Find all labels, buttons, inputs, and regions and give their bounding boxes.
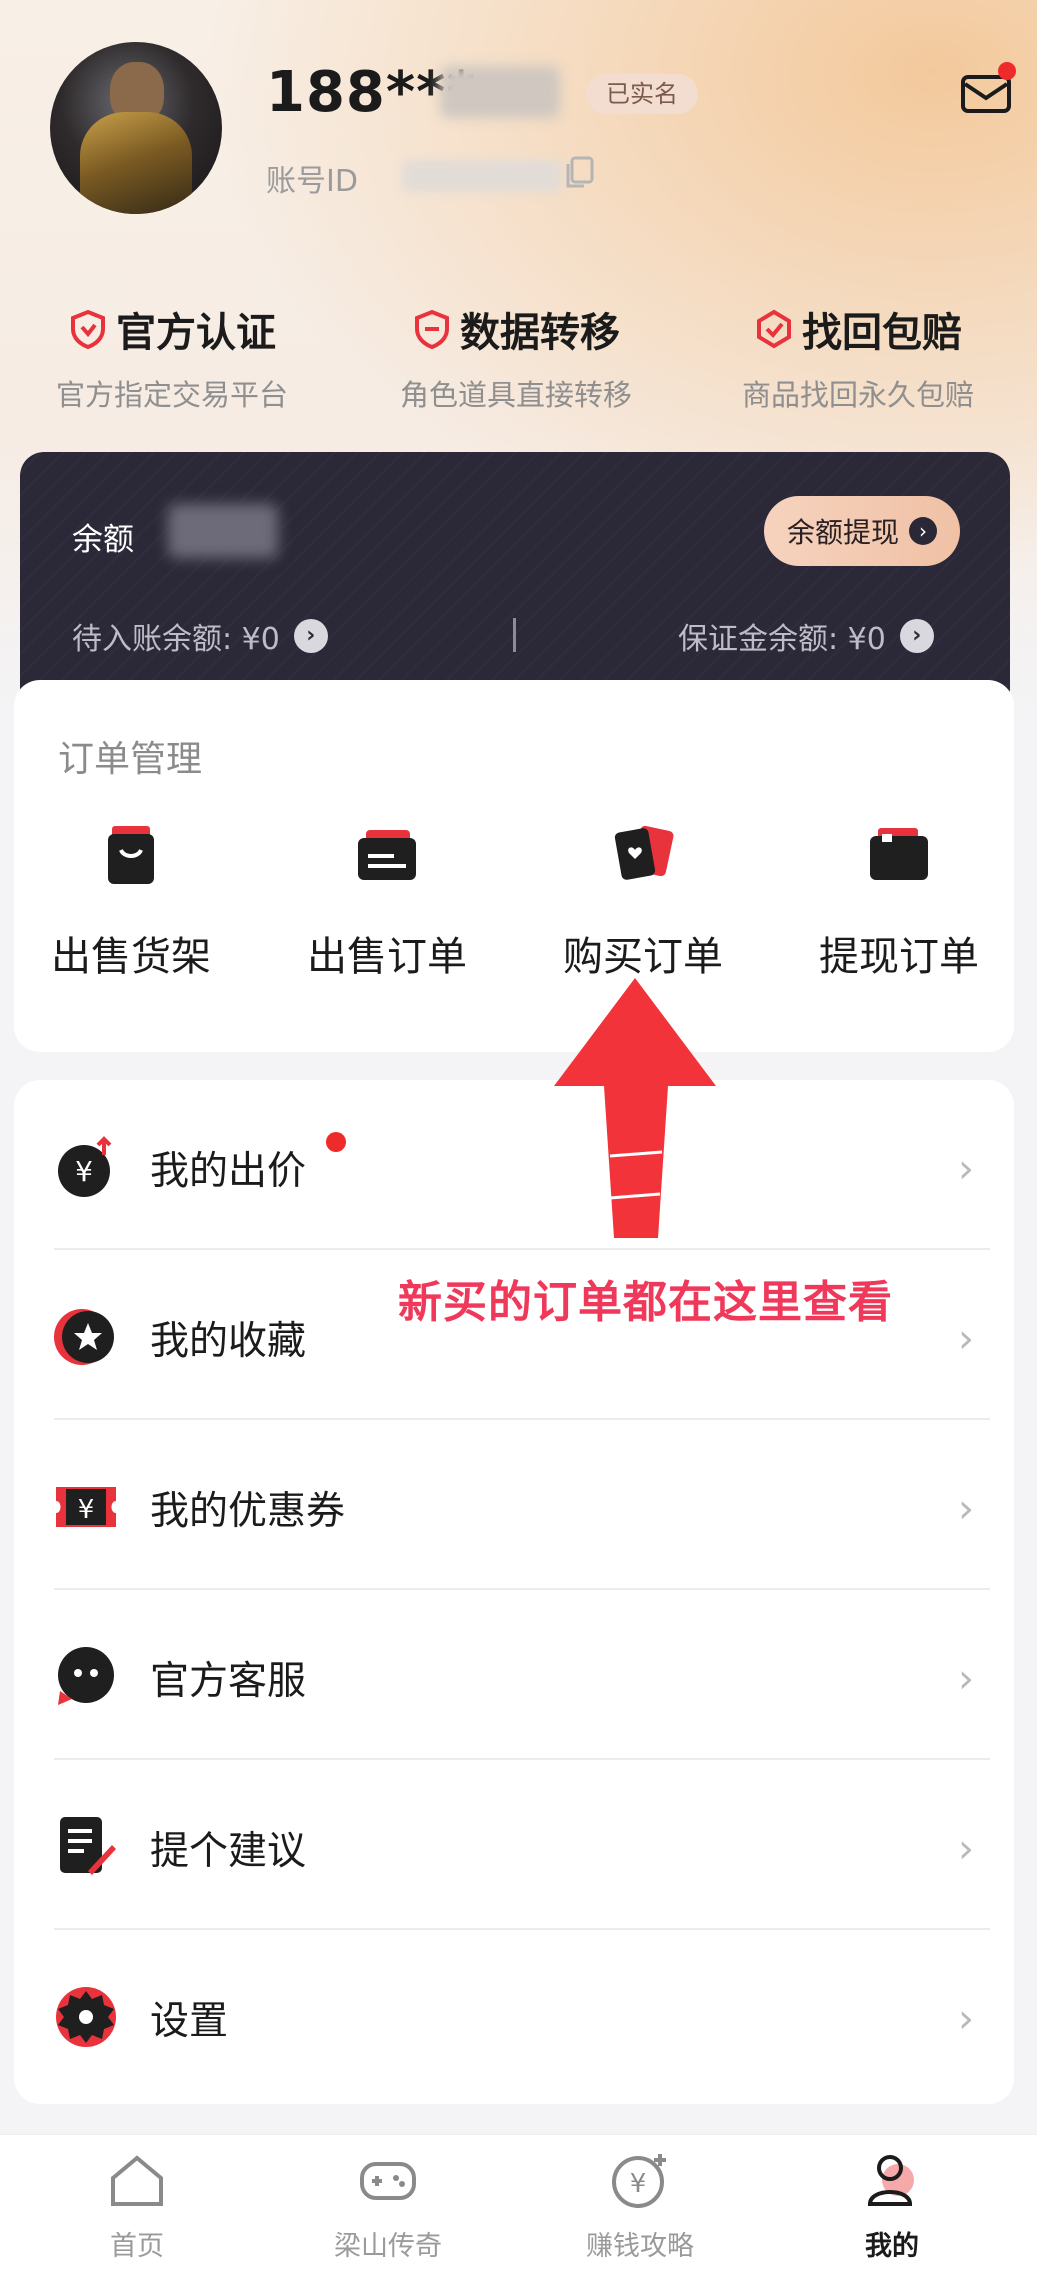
order-sell-shelf[interactable]: 出售货架 [26,820,236,982]
wallet-icon [870,828,928,880]
shield-check-icon [757,309,791,349]
balance-card [20,452,1010,712]
tab-label: 我的 [865,2231,919,2262]
cards-icon [614,825,674,880]
menu-item-label: 设置 [150,1999,229,2044]
chevron-right-icon: › [958,1826,974,1872]
pending-balance[interactable]: 待入账余额: ¥0 › [72,614,328,658]
chevron-right-icon: › [958,1656,974,1702]
menu-item-label: 提个建议 [150,1829,307,1874]
withdraw-button[interactable]: 余额提现 › [764,496,960,566]
deposit-balance[interactable]: 保证金余额: ¥0 › [678,614,934,658]
account-id-label: 账号ID [266,164,358,199]
tab-home[interactable]: 首页 [37,2150,237,2263]
shield-heart-icon [71,309,105,349]
verified-badge: 已实名 [586,74,698,114]
order-purchase-orders[interactable]: 购买订单 [538,820,748,982]
chevron-right-icon: › [899,619,934,653]
menu-item-settings[interactable]: 设置 › [14,1930,1014,2100]
suggestion-icon [60,1817,116,1875]
gear-icon [56,1987,116,2047]
divider [513,618,516,652]
deposit-balance-text: 保证金余额: ¥0 [678,622,886,657]
pending-balance-text: 待入账余额: ¥0 [72,622,280,657]
orders-title: 订单管理 [58,739,203,780]
order-sell-orders[interactable]: 出售订单 [282,820,492,982]
tab-game[interactable]: 梁山传奇 [288,2150,488,2263]
menu-item-label: 官方客服 [150,1659,307,1704]
coupon-icon: ¥ [56,1487,116,1527]
gamepad-icon [360,2162,416,2200]
tab-earn-guide[interactable]: ¥ 赚钱攻略 [540,2150,740,2263]
masked-balance [168,504,278,558]
copy-icon[interactable] [564,156,594,190]
chevron-right-icon: › [958,1146,974,1192]
avatar[interactable] [50,42,222,214]
menu-item-coupons[interactable]: ¥ 我的优惠券 › [14,1420,1014,1590]
menu-item-label: 我的收藏 [150,1319,307,1364]
bid-icon: ¥ [58,1136,112,1197]
feature-subtitle: 商品找回永久包赔 [741,378,974,412]
feature-title: 找回包赔 [802,310,962,356]
home-icon [111,2155,163,2206]
menu-item-my-bids[interactable]: ¥ 我的出价 › [14,1080,1014,1250]
withdraw-button-label: 余额提现 [786,516,899,549]
svg-text:¥: ¥ [630,2169,647,2199]
feature-title: 官方认证 [116,310,276,356]
order-label: 出售订单 [307,934,467,980]
feature-title: 数据转移 [460,310,620,356]
bag-icon [108,826,154,884]
feature-subtitle: 角色道具直接转移 [399,378,632,412]
order-withdraw-orders[interactable]: 提现订单 [794,820,1004,982]
chevron-right-icon: › [958,1486,974,1532]
feature-data-transfer: 数据转移 角色道具直接转移 [366,300,666,414]
star-icon [54,1309,114,1365]
svg-text:¥: ¥ [75,1155,93,1188]
tab-mine[interactable]: 我的 [792,2150,992,2263]
feature-recovery-guarantee: 找回包赔 商品找回永久包赔 [708,300,1008,414]
shield-icon [415,309,449,349]
svg-text:¥: ¥ [78,1495,95,1525]
card-icon [358,830,416,880]
tab-label: 赚钱攻略 [586,2231,694,2262]
chevron-right-icon: › [958,1316,974,1362]
tab-label: 梁山传奇 [334,2231,442,2262]
chevron-right-icon: › [958,1996,974,2042]
menu-item-customer-service[interactable]: 官方客服 › [14,1590,1014,1760]
user-icon [867,2155,914,2206]
annotation-arrow [554,978,716,1238]
chat-icon [58,1647,114,1705]
masked-phone-digits [440,66,560,118]
menu-item-label: 我的优惠券 [150,1489,346,1534]
order-label: 购买订单 [563,934,723,980]
order-label: 提现订单 [819,934,979,980]
balance-label: 余额 [72,522,134,558]
menu-item-label: 我的出价 [150,1149,307,1194]
order-label: 出售货架 [51,934,211,980]
chevron-right-icon: › [293,619,328,653]
notification-dot [326,1132,346,1152]
tab-label: 首页 [110,2231,164,2262]
chevron-right-icon: › [909,517,937,545]
masked-account-id [402,160,562,192]
mail-notification-dot [998,62,1016,80]
feature-official-certification: 官方认证 官方指定交易平台 [22,300,322,414]
menu-item-suggestions[interactable]: 提个建议 › [14,1760,1014,1930]
feature-subtitle: 官方指定交易平台 [55,378,288,412]
annotation-text: 新买的订单都在这里查看 [398,1277,893,1328]
money-icon: ¥ [612,2154,666,2208]
